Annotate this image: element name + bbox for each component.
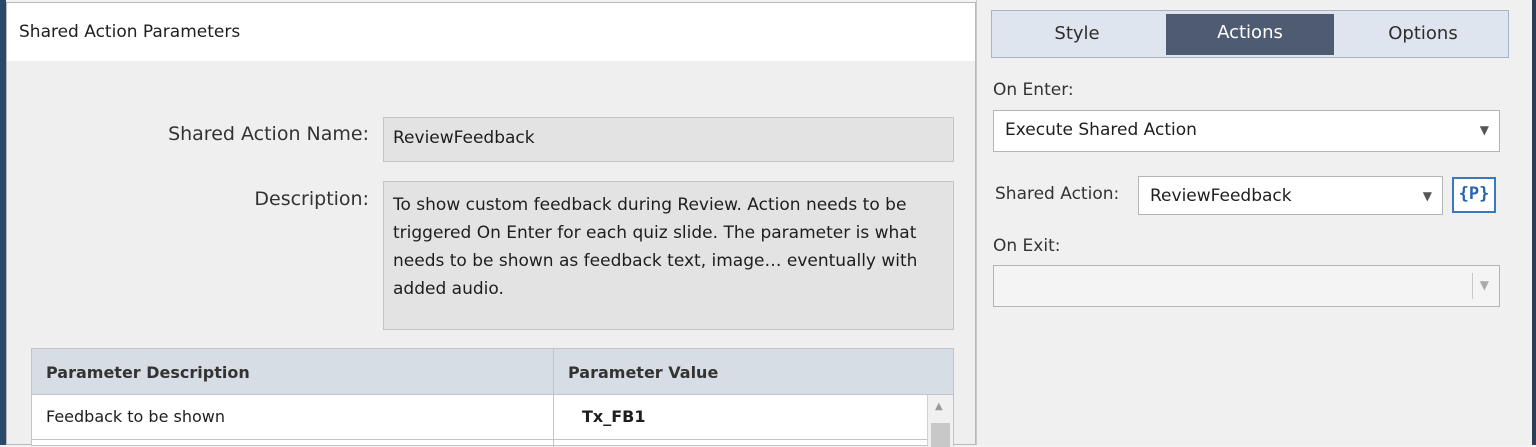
row-divider xyxy=(32,439,927,440)
properties-panel: Style Actions Options On Enter: Execute … xyxy=(976,0,1532,445)
tab-actions[interactable]: Actions xyxy=(1166,14,1334,55)
dropdown-separator xyxy=(1472,273,1473,299)
tab-options[interactable]: Options xyxy=(1338,11,1508,57)
on-enter-value: Execute Shared Action xyxy=(1005,120,1197,140)
column-header-description[interactable]: Parameter Description xyxy=(46,363,250,382)
shared-action-value: ReviewFeedback xyxy=(1150,186,1292,206)
tab-style[interactable]: Style xyxy=(992,11,1162,57)
shared-action-label: Shared Action: xyxy=(995,184,1120,204)
parameter-value-cell[interactable]: Tx_FB1 xyxy=(582,407,646,426)
chevron-down-icon: ▼ xyxy=(1422,189,1432,203)
chevron-down-icon: ▼ xyxy=(1479,278,1489,292)
shared-action-name-label: Shared Action Name: xyxy=(168,123,369,145)
table-scrollbar[interactable]: ▲ xyxy=(927,395,953,447)
dialog-title: Shared Action Parameters xyxy=(19,22,241,42)
parameter-description-cell[interactable]: Feedback to be shown xyxy=(46,407,225,426)
table-header-row: Parameter Description Parameter Value xyxy=(32,349,953,395)
on-exit-select[interactable]: ▼ xyxy=(993,265,1500,307)
scrollbar-thumb[interactable] xyxy=(931,423,950,447)
panel-tab-bar: Style Actions Options xyxy=(991,10,1509,58)
shared-action-parameters-dialog: Shared Action Parameters Shared Action N… xyxy=(6,2,976,447)
on-enter-select[interactable]: Execute Shared Action ▼ xyxy=(993,110,1500,152)
desktop-background-right xyxy=(1532,0,1536,445)
on-enter-label: On Enter: xyxy=(993,80,1074,100)
parameters-table: Parameter Description Parameter Value Fe… xyxy=(31,348,954,447)
column-header-value[interactable]: Parameter Value xyxy=(568,363,718,382)
description-field[interactable]: To show custom feedback during Review. A… xyxy=(383,181,954,330)
description-label: Description: xyxy=(254,188,369,210)
on-exit-label: On Exit: xyxy=(993,236,1061,256)
scroll-up-arrow-icon[interactable]: ▲ xyxy=(935,401,943,412)
parameters-button[interactable]: {P} xyxy=(1452,177,1496,213)
shared-action-select[interactable]: ReviewFeedback ▼ xyxy=(1138,176,1443,215)
chevron-down-icon: ▼ xyxy=(1479,123,1489,137)
column-separator xyxy=(553,349,554,447)
dialog-title-bar[interactable]: Shared Action Parameters xyxy=(7,3,975,61)
shared-action-name-field[interactable]: ReviewFeedback xyxy=(383,117,954,162)
